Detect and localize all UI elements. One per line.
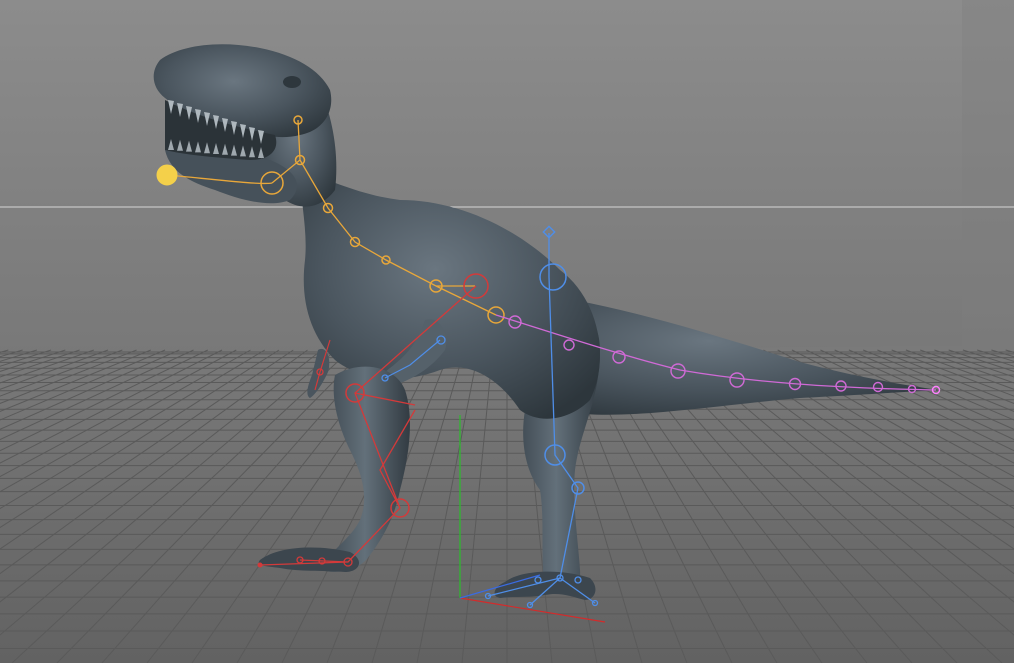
leg-toe-tip[interactable] — [257, 562, 263, 568]
3d-viewport[interactable] — [0, 0, 1014, 663]
trex-eye — [283, 76, 301, 88]
viewport-canvas[interactable] — [0, 0, 1014, 663]
head-ik-handle[interactable] — [156, 164, 178, 186]
